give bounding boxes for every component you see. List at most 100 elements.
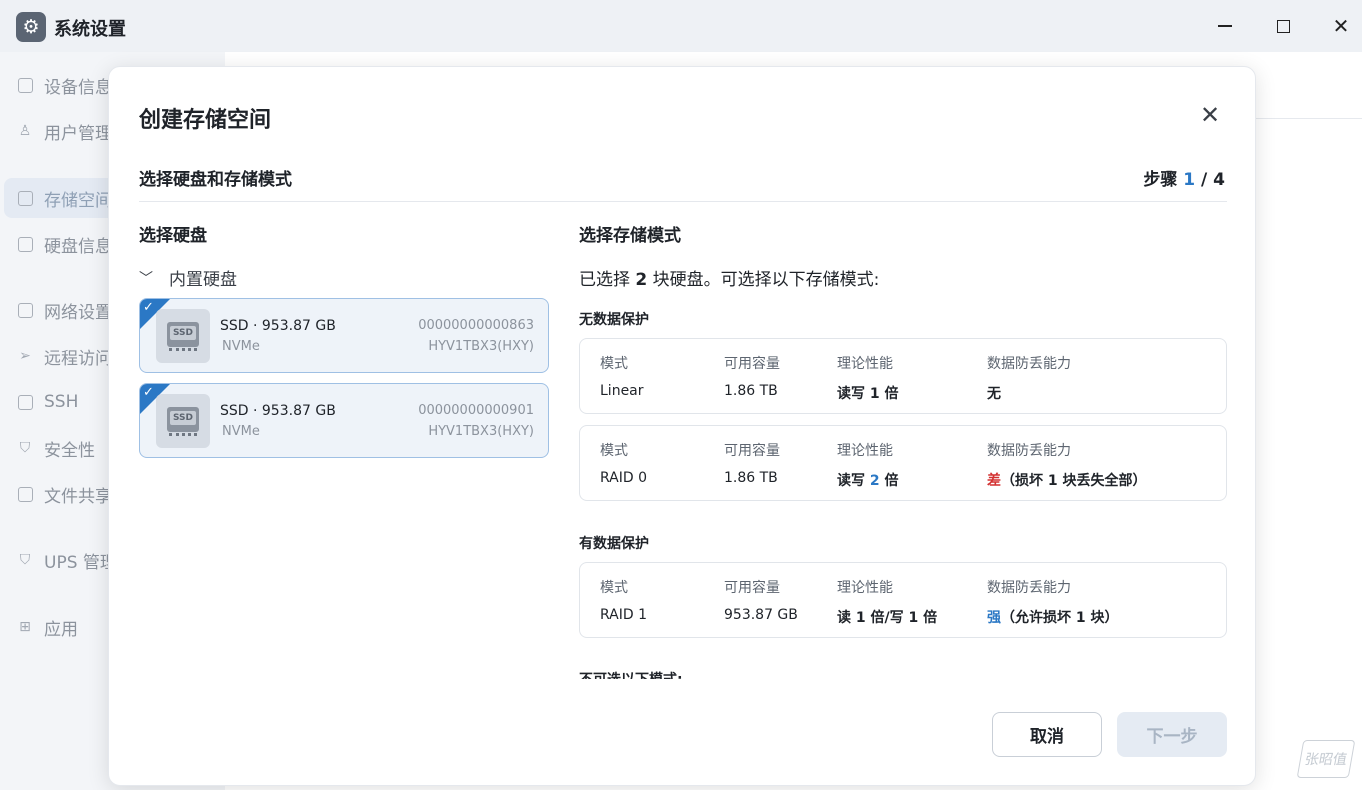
shield-icon: ⛉ [19, 440, 31, 456]
disk-serial: 00000000000901 [418, 403, 534, 418]
step-counter: 步骤 1 / 4 [1143, 165, 1225, 190]
mode-capacity: 1.86 TB [724, 470, 778, 486]
mode-card-raid0[interactable]: 模式 可用容量 理论性能 数据防丢能力 RAID 0 1.86 TB 读写 2 … [579, 425, 1227, 501]
ssd-icon: SSD [156, 394, 210, 448]
mode-performance: 读写 1 倍 [837, 386, 899, 402]
step-prefix: 步骤 [1143, 170, 1184, 190]
next-step-button[interactable]: 下一步 [1117, 712, 1227, 757]
header-capacity: 可用容量 [724, 356, 780, 372]
close-icon: ✕ [1199, 101, 1221, 129]
watermark-logo: 张昭值 [1296, 740, 1356, 778]
internal-disk-group-toggle[interactable]: ﹀ 内置硬盘 [139, 265, 237, 290]
header-divider [139, 201, 1227, 202]
sidebar-item-label: 设备信息 [44, 77, 112, 98]
mode-card-linear[interactable]: 模式 可用容量 理论性能 数据防丢能力 Linear 1.86 TB 读写 1 … [579, 338, 1227, 414]
disk-serial: 00000000000863 [418, 318, 534, 333]
ssd-icon-label: SSD [170, 326, 196, 340]
header-performance: 理论性能 [837, 356, 893, 372]
disk-model: HYV1TBX3(HXY) [428, 424, 534, 439]
mode-performance: 读写 2 倍 [837, 470, 899, 490]
disk-type: NVMe [222, 424, 260, 439]
mode-capacity: 1.86 TB [724, 383, 778, 399]
sidebar-item-label: SSH [44, 392, 79, 412]
sidebar-item-label: UPS 管理 [44, 552, 117, 573]
storage-icon [16, 189, 34, 207]
header-mode: 模式 [600, 356, 628, 372]
no-protection-label: 无数据保护 [579, 312, 649, 328]
close-icon: ✕ [1332, 14, 1350, 38]
mode-card-raid1[interactable]: 模式 可用容量 理论性能 数据防丢能力 RAID 1 953.87 GB 读 1… [579, 562, 1227, 638]
header-protection: 数据防丢能力 [987, 443, 1071, 459]
apps-grid-icon: ⊞ [19, 619, 31, 635]
mode-protection: 差（损坏 1 块丢失全部） [987, 470, 1147, 490]
perf-value: 2 [869, 473, 880, 489]
unavailable-label: 不可选以下模式: [579, 669, 683, 679]
dialog-title: 创建存储空间 [139, 108, 272, 133]
step-suffix: / 4 [1195, 170, 1225, 190]
ssd-icon-label: SSD [170, 411, 196, 425]
disk-model: HYV1TBX3(HXY) [428, 339, 534, 354]
selected-info: 已选择 2 块硬盘。可选择以下存储模式: [579, 265, 879, 290]
gear-icon: ⚙ [16, 12, 46, 42]
user-icon: ♙ [18, 123, 32, 139]
maximize-icon [1276, 19, 1290, 33]
sidebar-item-label: 安全性 [44, 440, 95, 461]
header-mode: 模式 [600, 443, 628, 459]
minimize-button[interactable] [1208, 10, 1242, 42]
header-mode: 模式 [600, 580, 628, 596]
mode-performance: 读 1 倍/写 1 倍 [837, 610, 938, 626]
mode-name: RAID 1 [600, 607, 648, 623]
protection-level: 无 [987, 386, 1001, 402]
check-icon: ✓ [143, 300, 154, 315]
maximize-button[interactable] [1266, 10, 1300, 42]
disk-card[interactable]: ✓ SSD SSD · 953.87 GB NVMe 0000000000090… [139, 383, 549, 458]
select-disk-heading: 选择硬盘 [139, 226, 207, 246]
perf-suffix: 倍 [879, 473, 899, 489]
unavailable-section-clipped: 不可选以下模式: [579, 667, 1227, 679]
sidebar-item-label: 用户管理 [44, 123, 112, 144]
disk-icon [16, 235, 34, 253]
cancel-button[interactable]: 取消 [992, 712, 1102, 757]
header-performance: 理论性能 [837, 580, 893, 596]
info-count: 2 [635, 270, 648, 290]
info-prefix: 已选择 [579, 270, 636, 290]
disk-name: SSD · 953.87 GB [220, 403, 336, 419]
file-icon [16, 485, 34, 503]
check-icon: ✓ [143, 385, 154, 400]
sidebar-item-label: 硬盘信息 [44, 236, 112, 257]
disk-name: SSD · 953.87 GB [220, 318, 336, 334]
window-close-button[interactable]: ✕ [1324, 10, 1358, 42]
protection-note: （允许损坏 1 块） [1001, 610, 1119, 626]
sidebar-item-label: 存储空间 [44, 190, 112, 211]
terminal-icon [16, 393, 34, 411]
with-protection-label: 有数据保护 [579, 536, 649, 552]
info-suffix: 块硬盘。可选择以下存储模式: [647, 270, 880, 290]
mode-name: RAID 0 [600, 470, 648, 486]
send-icon: ➢ [19, 348, 31, 364]
sidebar-item-label: 网络设置 [44, 302, 112, 323]
create-storage-dialog: 创建存储空间 ✕ 选择硬盘和存储模式 步骤 1 / 4 选择硬盘 ﹀ 内置硬盘 … [108, 66, 1256, 786]
mode-protection: 强（允许损坏 1 块） [987, 607, 1119, 627]
mode-capacity: 953.87 GB [724, 607, 798, 623]
chevron-down-icon: ﹀ [139, 270, 153, 287]
mode-protection: 无 [987, 383, 1001, 403]
header-protection: 数据防丢能力 [987, 580, 1071, 596]
sidebar-item-label: 远程访问 [44, 348, 112, 369]
header-performance: 理论性能 [837, 443, 893, 459]
dialog-close-button[interactable]: ✕ [1197, 101, 1223, 129]
group-label: 内置硬盘 [169, 270, 237, 290]
window-title: 系统设置 [54, 19, 126, 40]
network-icon [16, 301, 34, 319]
protection-level: 强 [987, 610, 1001, 626]
mode-name: Linear [600, 383, 644, 399]
device-icon [16, 76, 34, 94]
protection-note: （损坏 1 块丢失全部） [1001, 473, 1147, 489]
disk-card[interactable]: ✓ SSD SSD · 953.87 GB NVMe 0000000000086… [139, 298, 549, 373]
step-title: 选择硬盘和存储模式 [139, 170, 292, 190]
ssd-icon: SSD [156, 309, 210, 363]
protection-level: 差 [987, 473, 1001, 489]
shield-outline-icon: ⛉ [19, 552, 31, 568]
sidebar-item-label: 应用 [44, 619, 78, 640]
disk-type: NVMe [222, 339, 260, 354]
step-current: 1 [1183, 170, 1196, 190]
